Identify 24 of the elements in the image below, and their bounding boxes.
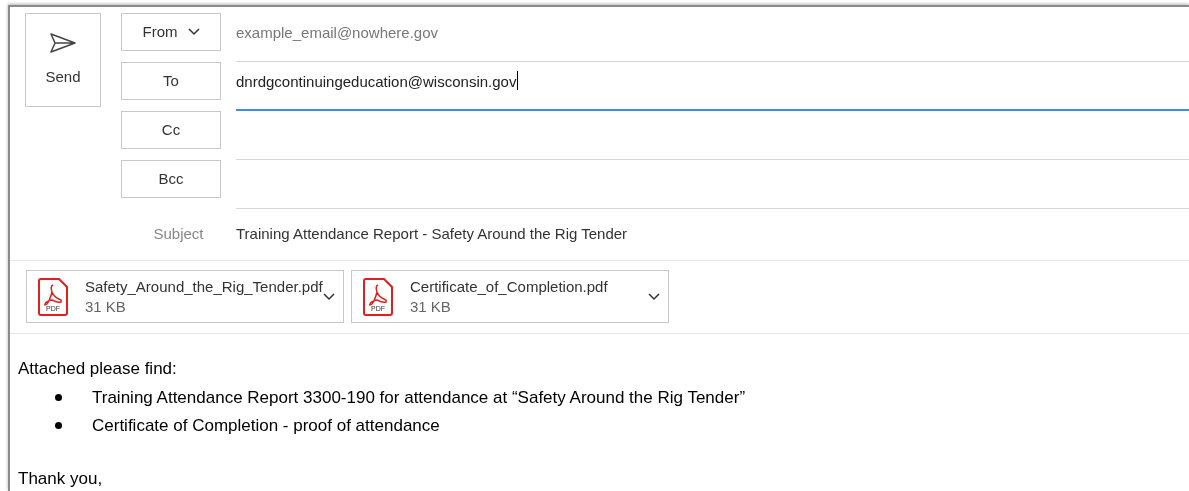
sender-field[interactable]: example_email@nowhere.gov	[236, 13, 1189, 62]
from-dropdown[interactable]: From	[121, 13, 221, 51]
chevron-down-icon	[187, 28, 200, 36]
attachment-size: 31 KB	[85, 296, 127, 317]
recipient-button[interactable]: Cc	[121, 111, 221, 149]
recipient-button[interactable]: To	[121, 62, 221, 100]
subject-field[interactable]: Training Attendance Report - Safety Around the Rig Tender	[236, 222, 628, 246]
chevron-down-icon[interactable]	[648, 292, 660, 301]
body-text: Thank you,	[18, 467, 104, 490]
bullet-text: Training Attendance Report 3300-190 for attendance at “Safety Around the Rig Tender”	[92, 386, 746, 409]
attachment-name: Certificate_of_Completion.pdf	[410, 276, 609, 297]
attachment-size: 31 KB	[410, 296, 452, 317]
send-icon	[49, 31, 77, 54]
text-cursor	[517, 71, 519, 90]
chevron-down-icon[interactable]	[323, 292, 335, 301]
recipient-button[interactable]: Bcc	[121, 160, 221, 198]
recipient-field[interactable]: dnrdgcontinuingeducation@wisconsin.gov	[236, 62, 1189, 111]
subject-label: Subject	[152, 223, 205, 244]
body-text: Attached please find:	[18, 358, 178, 380]
send-button[interactable]: Send	[25, 13, 101, 107]
attachment-name: Safety_Around_the_Rig_Tender.pdf	[85, 276, 323, 297]
bullet-text: Certificate of Completion - proof of attendance	[92, 414, 440, 437]
bullet-icon	[55, 394, 62, 401]
bullet-icon	[55, 422, 62, 429]
